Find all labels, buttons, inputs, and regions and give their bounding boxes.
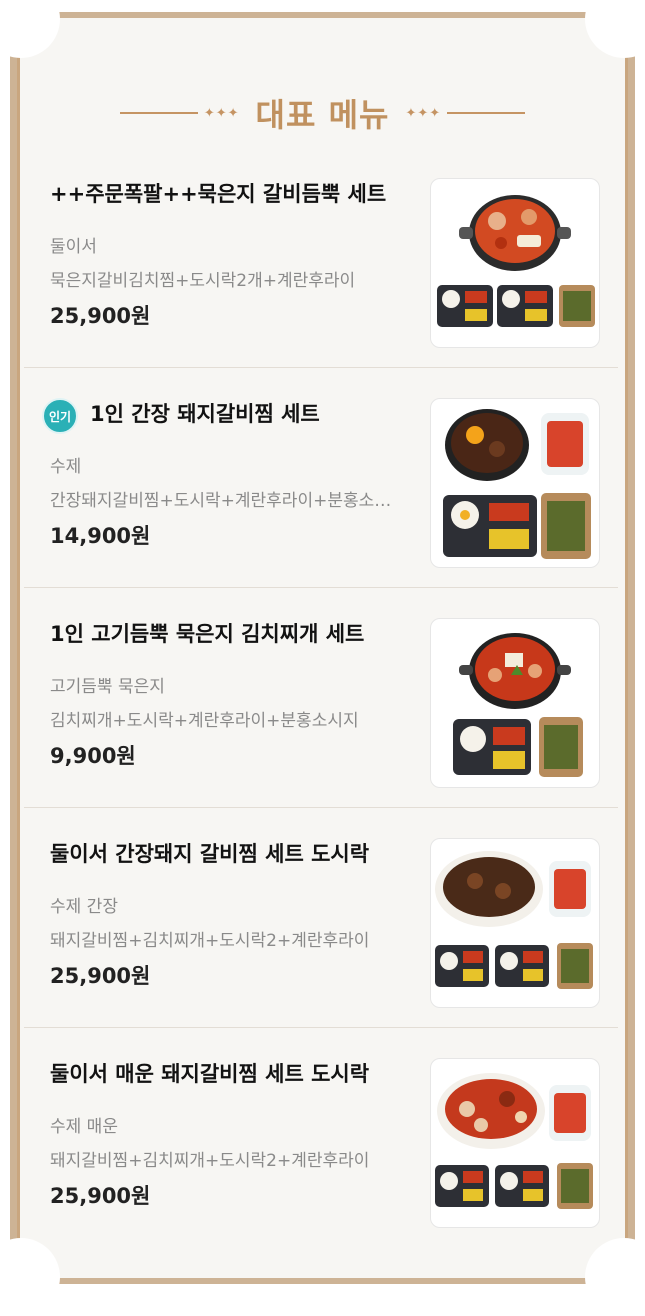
menu-item-description: 고기듬뿍 묵은지 — [50, 677, 165, 697]
menu-item-description: 수제 매운 — [50, 1117, 118, 1137]
menu-item-name: 둘이서 간장돼지 갈비찜 세트 도시락 — [50, 842, 370, 866]
menu-item-name: ++주문폭팔++묵은지 갈비듬뿍 세트 — [50, 182, 387, 206]
menu-item-detail: 묵은지갈비김치찜+도시락2개+계란후라이 — [50, 271, 356, 291]
menu-item-detail: 간장돼지갈비찜+도시락+계란후라이+분홍소시지 — [50, 491, 404, 511]
menu-item-price: 14,900원 — [50, 524, 151, 548]
corner-ornament — [585, 1238, 645, 1316]
galbi-kimchi-stew-photo-icon — [437, 195, 595, 327]
popular-badge: 인기 — [42, 398, 78, 434]
menu-list: ++주문폭팔++묵은지 갈비듬뿍 세트 둘이서 묵은지갈비김치찜+도시락2개+계… — [24, 148, 618, 1247]
menu-item-price: 25,900원 — [50, 964, 151, 988]
section-title: 대표 메뉴 — [255, 96, 390, 134]
ornament-diamonds-icon: ✦✦✦ — [405, 105, 442, 121]
corner-ornament — [0, 1238, 60, 1316]
menu-item-photo[interactable] — [430, 838, 600, 1008]
menu-item-description: 수제 — [50, 457, 82, 477]
menu-item-price: 9,900원 — [50, 744, 136, 768]
kimchi-jjigae-photo-icon — [453, 633, 583, 777]
menu-item-photo[interactable] — [430, 178, 600, 348]
corner-ornament — [0, 0, 60, 58]
menu-item-description: 둘이서 — [50, 237, 97, 257]
section-heading: ✦✦✦ 대표 메뉴 ✦✦✦ — [0, 86, 645, 140]
menu-item-name: 1인 고기듬뿍 묵은지 김치찌개 세트 — [50, 622, 365, 646]
menu-item-price: 25,900원 — [50, 304, 151, 328]
menu-item-photo[interactable] — [430, 398, 600, 568]
menu-item[interactable]: ++주문폭팔++묵은지 갈비듬뿍 세트 둘이서 묵은지갈비김치찜+도시락2개+계… — [24, 148, 618, 368]
spicy-galbi-jjim-two-photo-icon — [435, 1073, 593, 1209]
corner-ornament — [585, 0, 645, 58]
menu-item[interactable]: 1인 고기듬뿍 묵은지 김치찌개 세트 고기듬뿍 묵은지 김치찌개+도시락+계란… — [24, 588, 618, 808]
menu-item[interactable]: 둘이서 매운 돼지갈비찜 세트 도시락 수제 매운 돼지갈비찜+김치찌개+도시락… — [24, 1028, 618, 1247]
menu-item[interactable]: 둘이서 간장돼지 갈비찜 세트 도시락 수제 간장 돼지갈비찜+김치찌개+도시락… — [24, 808, 618, 1028]
menu-item-description: 수제 간장 — [50, 897, 118, 917]
heading-right-line — [447, 112, 526, 114]
menu-item-photo[interactable] — [430, 618, 600, 788]
heading-left-line — [119, 112, 198, 114]
menu-item-price: 25,900원 — [50, 1184, 151, 1208]
soy-galbi-jjim-two-photo-icon — [435, 851, 593, 989]
menu-item[interactable]: 인기 1인 간장 돼지갈비찜 세트 수제 간장돼지갈비찜+도시락+계란후라이+분… — [24, 368, 618, 588]
menu-item-name: 1인 간장 돼지갈비찜 세트 — [90, 402, 320, 426]
menu-item-detail: 돼지갈비찜+김치찌개+도시락2+계란후라이 — [50, 1151, 370, 1171]
soy-galbi-jjim-photo-icon — [443, 409, 591, 559]
menu-item-detail: 김치찌개+도시락+계란후라이+분홍소시지 — [50, 711, 359, 731]
menu-item-photo[interactable] — [430, 1058, 600, 1228]
ornament-diamonds-icon: ✦✦✦ — [203, 105, 240, 121]
menu-item-detail: 돼지갈비찜+김치찌개+도시락2+계란후라이 — [50, 931, 370, 951]
menu-item-name: 둘이서 매운 돼지갈비찜 세트 도시락 — [50, 1062, 370, 1086]
